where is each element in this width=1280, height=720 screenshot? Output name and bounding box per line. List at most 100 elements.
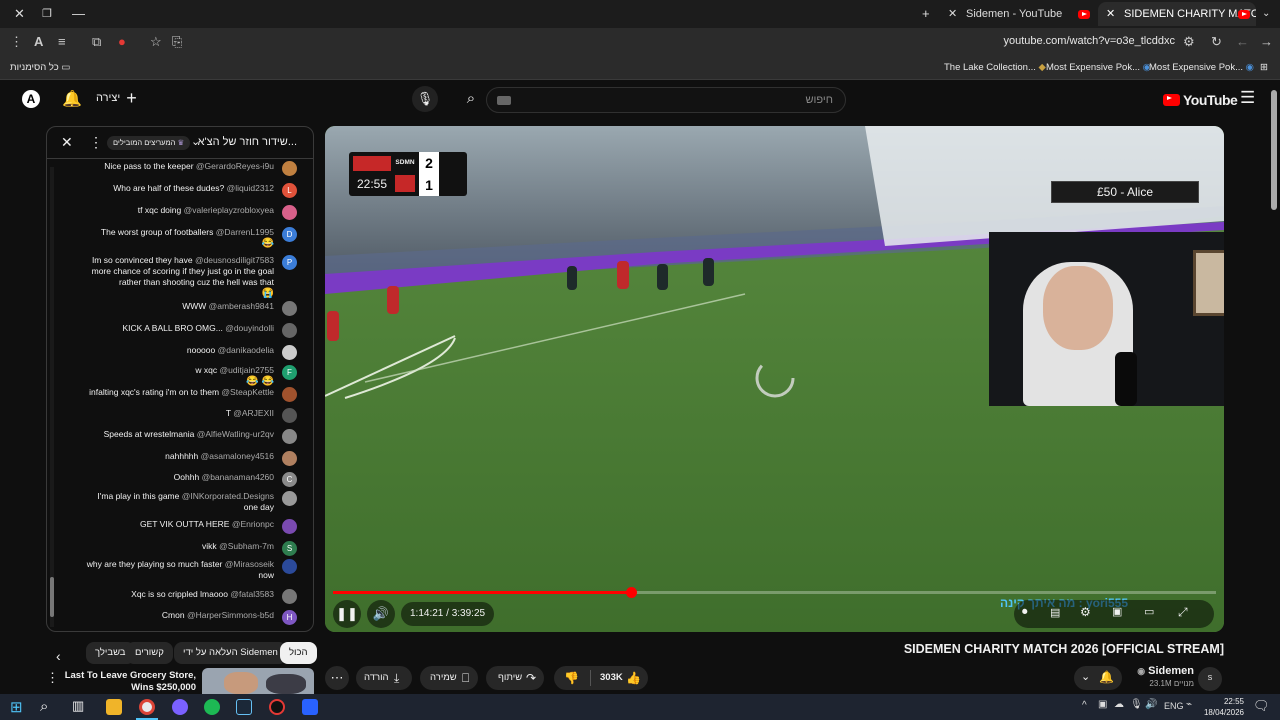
cast-icon[interactable]: ▭ — [1144, 605, 1154, 618]
save-button[interactable]: שמירה ⎕ — [420, 666, 478, 690]
more-actions-icon[interactable]: ⋯ — [325, 666, 349, 690]
chat-avatar[interactable] — [282, 429, 297, 444]
translate-icon[interactable]: A — [34, 34, 43, 49]
create-button[interactable]: יצירה + — [96, 89, 137, 107]
pause-button[interactable]: ❚❚ — [333, 600, 361, 628]
subtitles-icon[interactable]: ▤ — [1050, 606, 1060, 619]
windows-start-icon[interactable]: ⊞ — [10, 698, 23, 716]
tray-language[interactable]: ENG — [1164, 701, 1184, 711]
chat-author[interactable]: @SteapKettle — [221, 387, 274, 397]
tray-app-icon[interactable]: ☁ — [1114, 699, 1124, 710]
dislike-icon[interactable]: 👎 — [564, 666, 579, 690]
tab-close-icon[interactable]: ✕ — [948, 2, 957, 26]
menu-dots-icon[interactable]: ⋮ — [10, 34, 23, 50]
reload-icon[interactable]: ↻ — [1211, 34, 1222, 50]
chat-author[interactable]: @valerieplayzrobloxyea — [184, 205, 274, 215]
chat-avatar[interactable] — [282, 589, 297, 604]
chat-author[interactable]: @Subham-7m — [219, 541, 274, 551]
chat-avatar[interactable] — [282, 491, 297, 506]
chat-avatar[interactable]: P — [282, 255, 297, 270]
chat-avatar[interactable] — [282, 323, 297, 338]
chat-author[interactable]: @Enrionpc — [232, 519, 274, 529]
spotify-icon[interactable] — [204, 699, 220, 715]
steam-icon[interactable] — [236, 699, 252, 715]
chat-avatar[interactable] — [282, 161, 297, 176]
chat-author[interactable]: @deusnosdiligit7583 — [195, 255, 274, 265]
chat-author[interactable]: @douyindolli — [225, 323, 274, 333]
bookmark-star-icon[interactable]: ☆ — [150, 34, 162, 50]
tray-volume-icon[interactable]: 🔊 — [1145, 699, 1157, 710]
extension-record-icon[interactable]: ● — [118, 34, 126, 49]
subscribed-button[interactable]: ⌄ 🔔 — [1074, 666, 1122, 690]
like-thumb-icon[interactable]: 👍 — [626, 666, 641, 690]
chip-related[interactable]: קשורים — [126, 642, 173, 664]
reading-list-icon[interactable]: ≡ — [58, 34, 66, 49]
channel-info[interactable]: ◉ Sidemen 23.1M מנויים — [1134, 665, 1194, 688]
chat-avatar[interactable]: F — [282, 365, 297, 380]
chat-author[interactable]: @ARJEXII — [233, 408, 274, 418]
chat-scrollbar[interactable] — [50, 167, 54, 627]
minimize-window-icon[interactable]: — — [72, 6, 85, 21]
download-button[interactable]: הורדה ⤓ — [356, 666, 412, 690]
progress-bar[interactable] — [333, 587, 1216, 598]
bookmark-item[interactable]: Most Expensive Pok... ◉ — [1046, 62, 1151, 73]
chat-avatar[interactable] — [282, 345, 297, 360]
restore-window-icon[interactable]: ❐ — [42, 7, 52, 20]
video-player[interactable]: SDMN 2 22:55 1 £50 - Alice ❚❚ 🔊 1:14:21 … — [325, 126, 1224, 632]
obs-icon[interactable] — [269, 699, 285, 715]
close-window-icon[interactable]: ✕ — [14, 6, 25, 22]
tray-app-icon[interactable]: ▣ — [1098, 699, 1107, 710]
chat-avatar[interactable] — [282, 451, 297, 466]
app-icon[interactable] — [302, 699, 318, 715]
autoplay-toggle-icon[interactable]: ⏺ — [1022, 606, 1028, 619]
chat-menu-dots-icon[interactable]: ⋮ — [89, 134, 103, 151]
account-avatar[interactable]: A — [22, 90, 40, 108]
recommended-video-title[interactable]: Last To Leave Grocery Store, Wins $250,0… — [60, 670, 196, 694]
notifications-bell-icon[interactable]: 🔔 — [62, 89, 82, 109]
chat-avatar[interactable] — [282, 301, 297, 316]
bookmark-item[interactable]: Most Expensive Pok... ◉ — [1149, 62, 1254, 73]
chat-author[interactable]: @GerardoReyes-i9u — [196, 161, 274, 171]
chat-author[interactable]: @AlfieWatling-ur2qv — [197, 429, 274, 439]
chat-author[interactable]: @uditjain2755 — [220, 365, 274, 375]
tab-list-chevron-icon[interactable]: ⌄ — [1262, 8, 1270, 19]
chat-author[interactable]: @Mirasoseik — [225, 559, 274, 569]
like-count[interactable]: 303K — [600, 666, 623, 690]
chat-author[interactable]: @HarperSimmons-b5d — [187, 610, 274, 620]
chat-author[interactable]: @liquid2312 — [227, 183, 274, 193]
youtube-logo[interactable]: YouTube — [1163, 92, 1238, 108]
search-icon[interactable]: ⌕ — [458, 86, 484, 112]
channel-avatar[interactable]: S — [1198, 667, 1222, 691]
file-explorer-icon[interactable] — [106, 699, 122, 715]
notifications-center-icon[interactable]: 🗨 — [1253, 698, 1270, 714]
chat-author[interactable]: @INKorporated.Designs — [182, 491, 274, 501]
chat-author[interactable]: @fatal3583 — [230, 589, 274, 599]
chat-scrollbar-thumb[interactable] — [50, 577, 54, 617]
share-button[interactable]: שיתוף ↷ — [486, 666, 544, 690]
search-input[interactable]: חיפוש — [486, 87, 846, 113]
chat-avatar[interactable] — [282, 387, 297, 402]
chat-author[interactable]: @bananaman4260 — [202, 472, 274, 482]
recommended-video-thumbnail[interactable] — [202, 668, 314, 694]
miniplayer-icon[interactable]: ▣ — [1112, 605, 1122, 618]
voice-search-icon[interactable]: 🎙 — [412, 86, 438, 112]
chat-avatar[interactable]: H — [282, 610, 297, 625]
volume-icon[interactable]: 🔊 — [367, 600, 395, 628]
all-bookmarks-button[interactable]: כל הסימניות ▭ — [10, 62, 70, 73]
tray-network-icon[interactable]: ⌁ — [1186, 699, 1192, 710]
chat-avatar[interactable] — [282, 408, 297, 423]
chat-avatar[interactable]: S — [282, 541, 297, 556]
tray-chevron-icon[interactable]: ^ — [1082, 700, 1087, 711]
url-field[interactable]: youtube.com/watch?v=o3e_tlcddxc — [1003, 35, 1175, 47]
chat-avatar[interactable]: D — [282, 227, 297, 242]
new-tab-icon[interactable]: + — [922, 6, 930, 21]
install-app-icon[interactable]: ⎘ — [172, 34, 182, 50]
taskbar-clock[interactable]: 22:55 18/04/2026 — [1198, 696, 1244, 718]
site-settings-icon[interactable]: ⚙ — [1183, 34, 1195, 50]
keyboard-icon[interactable] — [497, 96, 511, 105]
chat-author[interactable]: @amberash9841 — [209, 301, 274, 311]
chrome-icon[interactable] — [139, 699, 155, 715]
taskbar-search-icon[interactable]: ⌕ — [40, 698, 48, 715]
apps-grid-icon[interactable]: ⊞ — [1260, 62, 1268, 73]
chips-prev-chevron-icon[interactable]: ‹ — [56, 648, 61, 664]
